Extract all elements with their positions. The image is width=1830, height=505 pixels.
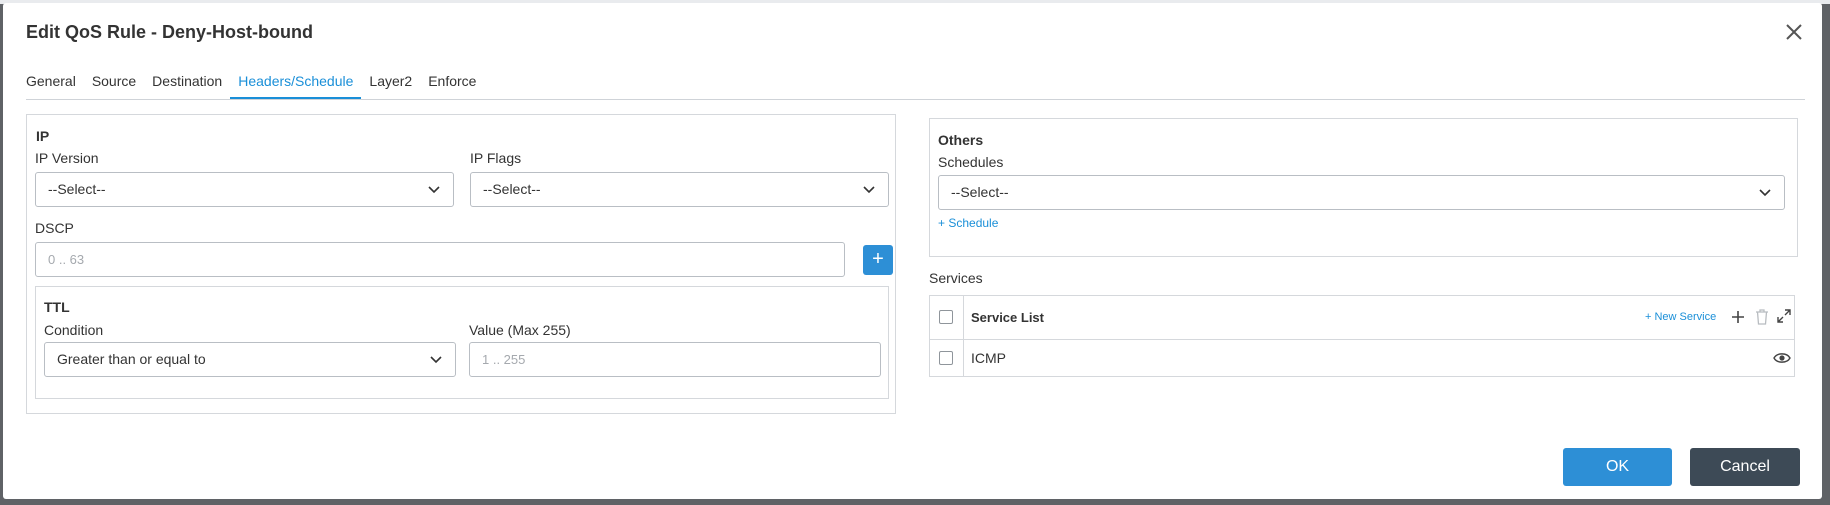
ok-button[interactable]: OK — [1563, 448, 1672, 486]
close-icon — [1786, 24, 1802, 40]
ttl-panel: TTL Condition Greater than or equal to V… — [35, 286, 889, 399]
services-table: Service List + New Service ICMP — [929, 295, 1795, 377]
ip-flags-value: --Select-- — [483, 181, 541, 197]
service-list-header: Service List — [971, 310, 1044, 325]
others-panel: Others Schedules --Select-- + Schedule — [929, 118, 1798, 257]
services-table-header: Service List + New Service — [930, 296, 1794, 340]
delete-service-button[interactable] — [1755, 309, 1769, 325]
tab-enforce[interactable]: Enforce — [428, 73, 476, 100]
trash-icon — [1756, 309, 1768, 325]
ip-version-value: --Select-- — [48, 181, 106, 197]
chevron-down-icon — [428, 186, 440, 194]
expand-icon — [1777, 309, 1791, 323]
tab-headers-schedule[interactable]: Headers/Schedule — [230, 73, 362, 100]
dscp-add-button[interactable]: + — [863, 245, 893, 275]
chevron-down-icon — [1759, 189, 1771, 197]
select-all-checkbox[interactable] — [939, 310, 953, 324]
tab-general[interactable]: General — [26, 73, 76, 100]
schedules-label: Schedules — [938, 154, 1004, 170]
plus-icon — [1732, 311, 1744, 323]
new-service-link[interactable]: + New Service — [1645, 311, 1716, 323]
others-section-title: Others — [938, 132, 984, 148]
view-service-button[interactable] — [1773, 351, 1791, 365]
condition-select[interactable]: Greater than or equal to — [44, 342, 456, 377]
dscp-label: DSCP — [35, 220, 74, 236]
table-row[interactable]: ICMP — [930, 340, 1794, 377]
schedules-value: --Select-- — [951, 184, 1009, 200]
add-service-button[interactable] — [1730, 309, 1746, 325]
condition-label: Condition — [44, 322, 104, 338]
tab-destination[interactable]: Destination — [152, 73, 222, 100]
expand-button[interactable] — [1776, 308, 1792, 324]
ttl-value-label: Value (Max 255) — [469, 322, 571, 338]
column-divider — [963, 296, 964, 339]
tab-bar: General Source Destination Headers/Sched… — [26, 73, 492, 100]
ttl-section-title: TTL — [44, 299, 70, 315]
chevron-down-icon — [863, 186, 875, 194]
cancel-button[interactable]: Cancel — [1690, 448, 1800, 486]
ip-flags-label: IP Flags — [470, 150, 522, 166]
dscp-placeholder: 0 .. 63 — [48, 252, 85, 267]
ip-panel: IP IP Version --Select-- IP Flags --Sele… — [26, 114, 896, 414]
eye-icon — [1773, 353, 1791, 363]
ip-version-select[interactable]: --Select-- — [35, 172, 454, 207]
ip-flags-select[interactable]: --Select-- — [470, 172, 889, 207]
close-button[interactable] — [1781, 19, 1807, 45]
tab-divider — [26, 99, 1805, 100]
schedules-select[interactable]: --Select-- — [938, 175, 1785, 210]
ttl-value-input[interactable]: 1 .. 255 — [469, 342, 881, 377]
chevron-down-icon — [430, 356, 442, 364]
dscp-input[interactable]: 0 .. 63 — [35, 242, 845, 277]
edit-qos-rule-dialog: Edit QoS Rule - Deny-Host-bound General … — [3, 3, 1822, 499]
tab-source[interactable]: Source — [92, 73, 136, 100]
ttl-value-placeholder: 1 .. 255 — [482, 352, 526, 367]
ip-section-title: IP — [36, 128, 50, 144]
services-label: Services — [929, 270, 983, 286]
dialog-title: Edit QoS Rule - Deny-Host-bound — [26, 22, 313, 42]
ip-version-label: IP Version — [35, 150, 99, 166]
add-schedule-link[interactable]: + Schedule — [938, 216, 998, 230]
service-name: ICMP — [971, 350, 1006, 366]
column-divider — [963, 340, 964, 377]
row-checkbox[interactable] — [939, 351, 953, 365]
condition-value: Greater than or equal to — [57, 351, 206, 367]
tab-layer2[interactable]: Layer2 — [369, 73, 412, 100]
